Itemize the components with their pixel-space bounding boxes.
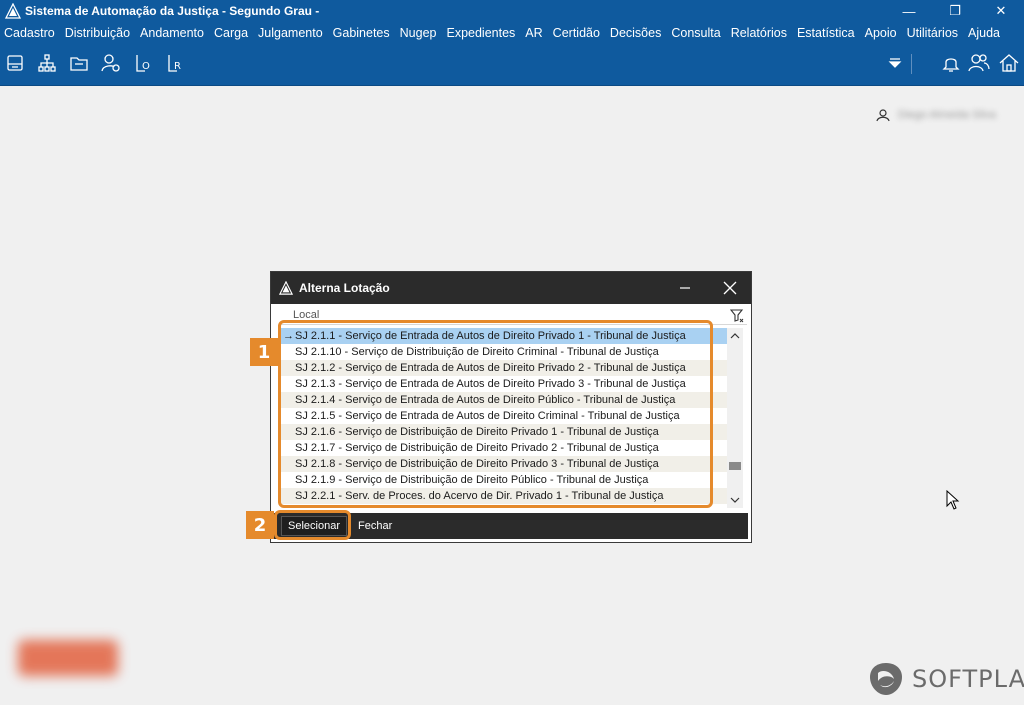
close-icon: ✕ bbox=[995, 3, 1007, 18]
dialog-minimize-button[interactable] bbox=[671, 272, 699, 304]
softplan-logo-icon bbox=[870, 663, 902, 695]
menu-ajuda[interactable]: Ajuda bbox=[963, 26, 1005, 40]
scroll-up-button[interactable] bbox=[727, 328, 743, 344]
menu-utilitarios[interactable]: Utilitários bbox=[902, 26, 963, 40]
window-title: Sistema de Automação da Justiça - Segund… bbox=[25, 4, 320, 18]
chevron-up-icon bbox=[730, 333, 740, 339]
restore-icon: ❐ bbox=[949, 3, 961, 18]
menu-relatorios[interactable]: Relatórios bbox=[726, 26, 792, 40]
user-settings-icon[interactable] bbox=[100, 52, 122, 74]
menu-decisoes[interactable]: Decisões bbox=[605, 26, 666, 40]
menu-certidao[interactable]: Certidão bbox=[548, 26, 605, 40]
restore-button[interactable]: ❐ bbox=[932, 0, 978, 22]
dialog-close-button[interactable] bbox=[716, 272, 744, 304]
menu-andamento[interactable]: Andamento bbox=[135, 26, 209, 40]
menu-bar: Cadastro Distribuição Andamento Carga Ju… bbox=[0, 22, 1024, 44]
menu-julgamento[interactable]: Julgamento bbox=[253, 26, 328, 40]
scroll-thumb[interactable] bbox=[729, 462, 741, 470]
annotation-box-2 bbox=[274, 510, 351, 540]
annotation-badge-1: 1 bbox=[250, 338, 278, 366]
toolbar: O R bbox=[0, 44, 1024, 86]
menu-carga[interactable]: Carga bbox=[209, 26, 253, 40]
brand-logo: SOFTPLAN bbox=[868, 661, 1024, 697]
close-icon bbox=[723, 281, 737, 295]
toolbar-separator bbox=[911, 54, 912, 74]
menu-consulta[interactable]: Consulta bbox=[666, 26, 725, 40]
vertical-scrollbar[interactable] bbox=[727, 328, 743, 508]
minimize-button[interactable]: — bbox=[886, 0, 932, 22]
menu-expedientes[interactable]: Expedientes bbox=[441, 26, 520, 40]
close-window-button[interactable]: ✕ bbox=[978, 0, 1024, 22]
lr-icon[interactable]: R bbox=[164, 52, 186, 74]
scroll-down-button[interactable] bbox=[727, 492, 743, 508]
org-chart-icon[interactable] bbox=[36, 52, 58, 74]
folder-icon[interactable] bbox=[68, 52, 90, 74]
menu-estatistica[interactable]: Estatística bbox=[792, 26, 860, 40]
brand-name: SOFTPLAN bbox=[912, 665, 1024, 693]
menu-ar[interactable]: AR bbox=[520, 26, 547, 40]
menu-nugep[interactable]: Nugep bbox=[395, 26, 442, 40]
lo-icon[interactable]: O bbox=[132, 52, 154, 74]
user-name: Diego Almeida Silva bbox=[898, 109, 996, 121]
chevron-down-icon bbox=[730, 497, 740, 503]
dialog-title-bar: Alterna Lotação bbox=[271, 272, 751, 304]
home-icon[interactable] bbox=[998, 52, 1020, 74]
menu-apoio[interactable]: Apoio bbox=[860, 26, 902, 40]
menu-gabinetes[interactable]: Gabinetes bbox=[328, 26, 395, 40]
user-icon bbox=[876, 109, 890, 122]
saj-logo-icon bbox=[5, 3, 21, 19]
blurred-action-button[interactable] bbox=[18, 640, 118, 676]
mouse-cursor-icon bbox=[946, 490, 960, 510]
annotation-box-1 bbox=[278, 320, 713, 508]
annotation-badge-2: 2 bbox=[246, 511, 274, 539]
lo-letter: O bbox=[142, 61, 150, 72]
close-button[interactable]: Fechar bbox=[358, 516, 392, 536]
bell-icon[interactable] bbox=[940, 52, 962, 74]
users-icon[interactable] bbox=[968, 52, 990, 74]
user-area: Diego Almeida Silva bbox=[876, 108, 996, 122]
filter-icon[interactable] bbox=[730, 308, 744, 324]
lr-letter: R bbox=[174, 61, 181, 72]
minimize-icon bbox=[680, 287, 690, 289]
minimize-icon: — bbox=[902, 3, 916, 19]
printer-icon[interactable] bbox=[4, 52, 26, 74]
menu-cadastro[interactable]: Cadastro bbox=[0, 26, 60, 40]
saj-logo-icon bbox=[279, 281, 293, 295]
dropdown-arrow-icon[interactable] bbox=[884, 52, 906, 74]
window-title-bar: Sistema de Automação da Justiça - Segund… bbox=[0, 0, 1024, 22]
menu-distribuicao[interactable]: Distribuição bbox=[60, 26, 135, 40]
dialog-title: Alterna Lotação bbox=[299, 281, 390, 295]
